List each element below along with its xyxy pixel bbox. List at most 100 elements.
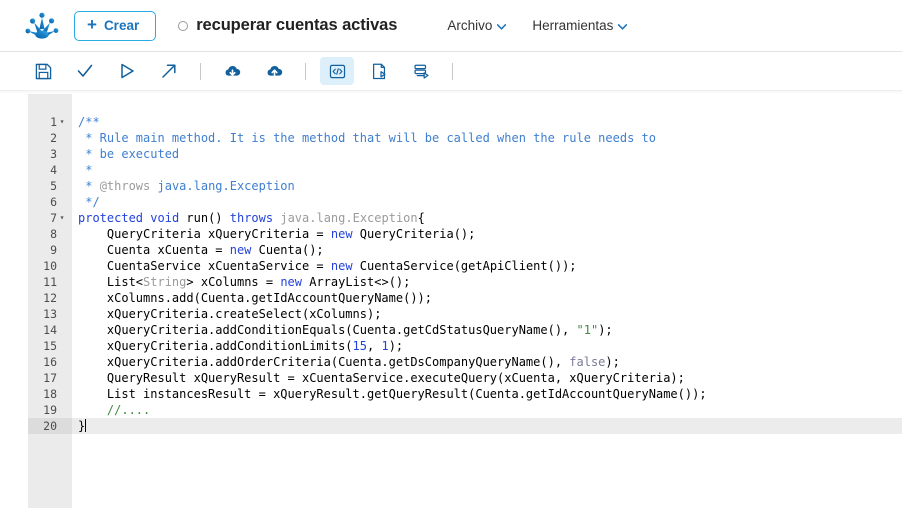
code-line-5[interactable]: * @throws java.lang.Exception — [72, 178, 902, 194]
document-arrow-icon — [372, 63, 385, 79]
export-button[interactable] — [152, 57, 186, 85]
gutter-line-5[interactable]: 5 — [28, 178, 72, 194]
code-line-17[interactable]: QueryResult xQueryResult = xCuentaServic… — [72, 370, 902, 386]
cloud-download-icon — [225, 65, 240, 76]
code-line-14[interactable]: xQueryCriteria.addConditionEquals(Cuenta… — [72, 322, 902, 338]
code-line-16[interactable]: xQueryCriteria.addOrderCriteria(Cuenta.g… — [72, 354, 902, 370]
gutter-line-6[interactable]: 6 — [28, 194, 72, 210]
code-line-20[interactable]: } — [72, 418, 902, 434]
code-token: xQueryCriteria.addOrderCriteria(Cuenta.g… — [78, 355, 570, 369]
gutter-line-13[interactable]: 13 — [28, 306, 72, 322]
gutter-line-9[interactable]: 9 — [28, 242, 72, 258]
toolbar-separator-3 — [452, 62, 453, 80]
code-token: new — [330, 259, 353, 273]
code-token: new — [330, 227, 353, 241]
validate-button[interactable] — [68, 57, 102, 85]
cloud-upload-icon — [267, 65, 282, 76]
line-number: 15 — [43, 339, 57, 353]
code-line-12[interactable]: xColumns.add(Cuenta.getIdAccountQueryNam… — [72, 290, 902, 306]
document-title-area: recuperar cuentas activas — [178, 16, 397, 35]
code-token: 1 — [381, 339, 389, 353]
code-content[interactable]: /** * Rule main method. It is the method… — [72, 94, 902, 508]
line-number: 20 — [43, 419, 57, 433]
code-line-13[interactable]: xQueryCriteria.createSelect(xColumns); — [72, 306, 902, 322]
menu-archivo[interactable]: Archivo — [447, 18, 507, 33]
create-button[interactable]: + Crear — [74, 10, 157, 41]
gutter-line-4[interactable]: 4 — [28, 162, 72, 178]
line-number: 9 — [50, 243, 57, 257]
gutter-line-3[interactable]: 3 — [28, 146, 72, 162]
gutter-line-16[interactable]: 16 — [28, 354, 72, 370]
line-number: 12 — [43, 291, 57, 305]
code-token: ); — [598, 323, 613, 337]
code-token: Cuenta(); — [251, 243, 324, 257]
create-button-label: Crear — [103, 18, 140, 33]
code-token: * — [78, 163, 93, 177]
code-editor[interactable]: 1 ▾ 2 3 4 5 6 7 ▾ 8 9 10 11 12 13 14 15 16 1… — [28, 94, 902, 508]
gutter-line-11[interactable]: 11 — [28, 274, 72, 290]
gutter-line-7[interactable]: 7 ▾ — [28, 210, 72, 226]
code-line-7[interactable]: protected void run() throws java.lang.Ex… — [72, 210, 902, 226]
code-line-1[interactable]: /** — [72, 114, 902, 130]
gutter-line-1[interactable]: 1 ▾ — [28, 114, 72, 130]
toolbar-separator-2 — [305, 62, 306, 80]
line-number: 4 — [50, 163, 57, 177]
gutter-line-20[interactable]: 20 — [28, 418, 72, 434]
toolbar-separator-1 — [200, 62, 201, 80]
menu-herramientas[interactable]: Herramientas — [532, 18, 628, 33]
line-number: 2 — [50, 131, 57, 145]
code-line-2[interactable]: * Rule main method. It is the method tha… — [72, 130, 902, 146]
editor-area: 1 ▾ 2 3 4 5 6 7 ▾ 8 9 10 11 12 13 14 15 16 1… — [0, 94, 902, 508]
save-button[interactable] — [26, 57, 60, 85]
code-line-8[interactable]: QueryCriteria xQueryCriteria = new Query… — [72, 226, 902, 242]
download-button[interactable] — [215, 57, 249, 85]
gutter-line-19[interactable]: 19 — [28, 402, 72, 418]
upload-button[interactable] — [257, 57, 291, 85]
code-token: */ — [78, 195, 100, 209]
gutter-line-17[interactable]: 17 — [28, 370, 72, 386]
code-line-3[interactable]: * be executed — [72, 146, 902, 162]
code-line-10[interactable]: CuentaService xCuentaService = new Cuent… — [72, 258, 902, 274]
floppy-disk-icon — [35, 63, 51, 79]
gutter-line-14[interactable]: 14 — [28, 322, 72, 338]
bizagi-logo[interactable] — [16, 10, 68, 42]
gutter-line-12[interactable]: 12 — [28, 290, 72, 306]
gutter-line-2[interactable]: 2 — [28, 130, 72, 146]
page-title: recuperar cuentas activas — [196, 16, 398, 34]
code-line-11[interactable]: List<String> xColumns = new ArrayList<>(… — [72, 274, 902, 290]
code-line-4[interactable]: * — [72, 162, 902, 178]
line-number-gutter: 1 ▾ 2 3 4 5 6 7 ▾ 8 9 10 11 12 13 14 15 16 1… — [28, 94, 72, 508]
code-line-6[interactable]: */ — [72, 194, 902, 210]
line-number: 8 — [50, 227, 57, 241]
run-button[interactable] — [110, 57, 144, 85]
gutter-line-10[interactable]: 10 — [28, 258, 72, 274]
code-token: Cuenta xCuenta = — [78, 243, 230, 257]
code-line-9[interactable]: Cuenta xCuenta = new Cuenta(); — [72, 242, 902, 258]
gutter-line-15[interactable]: 15 — [28, 338, 72, 354]
external-link-icon — [162, 64, 176, 78]
code-view-button[interactable] — [320, 57, 354, 85]
chevron-down-icon — [497, 23, 507, 30]
gutter-line-8[interactable]: 8 — [28, 226, 72, 242]
code-line-18[interactable]: List instancesResult = xQueryResult.getQ… — [72, 386, 902, 402]
fold-toggle-icon[interactable]: ▾ — [57, 114, 67, 130]
main-toolbar — [0, 52, 902, 90]
code-token: List< — [78, 275, 144, 289]
code-token: new — [229, 243, 252, 257]
document-export-button[interactable] — [362, 57, 396, 85]
text-cursor — [85, 419, 87, 432]
chevron-down-icon — [618, 23, 628, 30]
line-number: 14 — [43, 323, 57, 337]
rule-editor-app: + Crear recuperar cuentas activas Archiv… — [0, 0, 902, 508]
line-number: 11 — [43, 275, 57, 289]
code-token: ); — [388, 339, 404, 353]
layers-export-button[interactable] — [404, 57, 438, 85]
code-line-19[interactable]: //.... — [72, 402, 902, 418]
gutter-line-18[interactable]: 18 — [28, 386, 72, 402]
fold-toggle-icon[interactable]: ▾ — [57, 210, 67, 226]
code-line-15[interactable]: xQueryCriteria.addConditionLimits(15, 1)… — [72, 338, 902, 354]
code-token: java.lang.Exception — [280, 211, 418, 225]
code-token: throws — [229, 211, 274, 225]
line-number: 3 — [50, 147, 57, 161]
code-token: false — [569, 355, 606, 369]
